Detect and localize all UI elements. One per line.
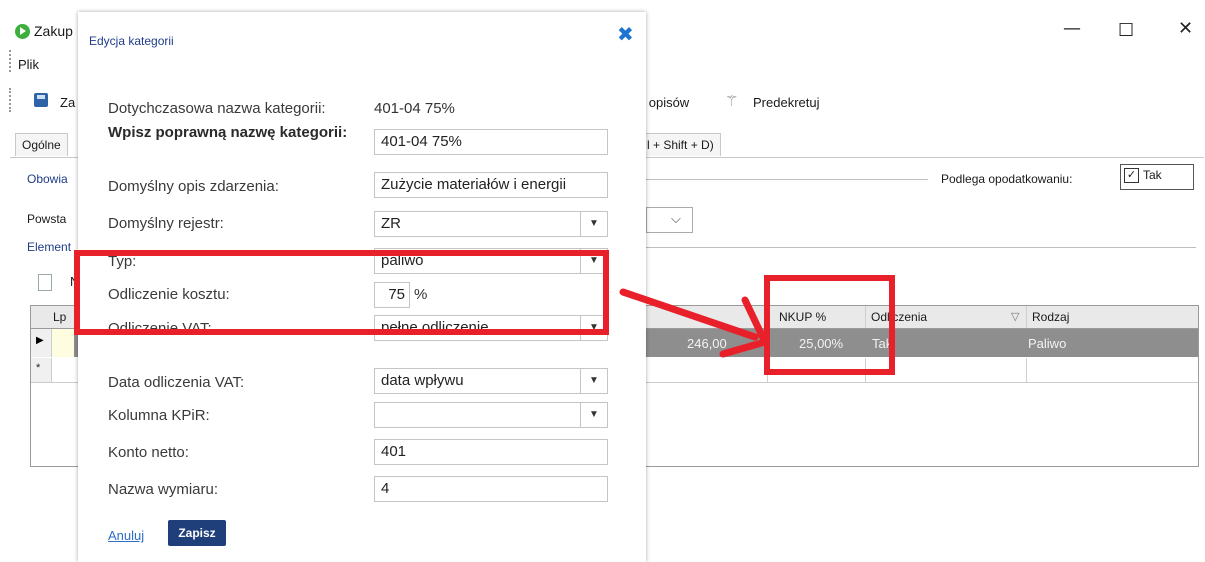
maximize-button[interactable]: ☐	[1118, 20, 1134, 41]
account-label: Konto netto:	[108, 444, 189, 461]
register-label: Domyślny rejestr:	[108, 215, 224, 232]
annotation-arrow	[619, 288, 769, 358]
menu-grip	[9, 50, 13, 72]
powstanie-select[interactable]: ⌵	[646, 207, 693, 233]
toolbar-save-label[interactable]: Za	[60, 95, 75, 110]
col-divider	[1026, 358, 1027, 382]
kpir-select[interactable]: ▼	[374, 402, 608, 428]
menu-plik[interactable]: Plik	[18, 57, 39, 72]
row-current-marker: ▶	[36, 335, 44, 346]
vat-date-select[interactable]: data wpływu ▼	[374, 368, 608, 394]
minimize-button[interactable]: —	[1063, 18, 1081, 39]
col-lp[interactable]: Lp	[53, 310, 66, 324]
annotation-box-dialog	[74, 250, 609, 335]
kpir-label: Kolumna KPiR:	[108, 407, 210, 424]
cancel-button[interactable]: Anuluj	[108, 528, 144, 543]
tab-ogolne[interactable]: Ogólne	[15, 133, 68, 156]
app-icon	[15, 24, 30, 39]
tab-shortcut[interactable]: l + Shift + D)	[640, 133, 721, 156]
close-window-button[interactable]: ✕	[1178, 18, 1193, 39]
group-line	[646, 179, 928, 180]
chevron-down-icon[interactable]: ▼	[580, 403, 607, 427]
vat-date-value: data wpływu	[381, 372, 464, 389]
register-select[interactable]: ZR ▼	[374, 211, 608, 237]
annotation-arrow-line	[619, 288, 759, 341]
row-selector[interactable]	[31, 358, 52, 382]
toolbar-predekretuj[interactable]: Predekretuj	[753, 95, 819, 110]
prev-name-value: 401-04 75%	[374, 100, 455, 117]
podlega-label: Podlega opodatkowaniu:	[941, 172, 1073, 186]
link-obowiazkowe[interactable]: Obowia	[27, 172, 68, 186]
cell-rodzaj[interactable]: Paliwo	[1028, 336, 1066, 351]
row-new-marker: *	[36, 362, 41, 374]
desc-field[interactable]: Zużycie materiałów i energii	[374, 172, 608, 198]
chevron-down-icon[interactable]: ▼	[580, 212, 607, 236]
elements-line	[646, 247, 1196, 248]
col-divider	[1026, 306, 1027, 328]
account-field[interactable]: 401	[374, 439, 608, 465]
chevron-down-icon: ⌵	[671, 211, 681, 226]
prev-name-label: Dotychczasowa nazwa kategorii:	[108, 100, 326, 117]
save-button[interactable]: Zapisz	[168, 520, 226, 546]
register-value: ZR	[381, 215, 401, 232]
dimension-field[interactable]: 4	[374, 476, 608, 502]
annotation-box-nkup	[764, 275, 895, 375]
chevron-down-icon[interactable]: ▼	[580, 369, 607, 393]
new-name-field[interactable]: 401-04 75%	[374, 129, 608, 155]
podlega-checkbox[interactable]: ✓	[1124, 168, 1139, 183]
desc-label: Domyślny opis zdarzenia:	[108, 178, 279, 195]
wand-icon[interactable]: ⚚	[725, 92, 738, 110]
close-icon[interactable]: ✖	[617, 22, 634, 46]
row-lp-cell[interactable]	[52, 329, 74, 357]
link-elementy[interactable]: Element	[27, 240, 71, 254]
podlega-value: Tak	[1143, 168, 1162, 182]
vat-date-label: Data odliczenia VAT:	[108, 374, 245, 391]
dialog-title: Edycja kategorii	[89, 34, 174, 48]
new-document-icon[interactable]	[38, 274, 52, 291]
dimension-label: Nazwa wymiaru:	[108, 481, 219, 498]
save-icon[interactable]	[34, 93, 48, 107]
new-name-label: Wpisz poprawną nazwę kategorii:	[108, 124, 348, 141]
col-rodzaj[interactable]: Rodzaj	[1032, 310, 1069, 324]
label-powstanie: Powsta	[27, 212, 67, 226]
filter-icon[interactable]: ▽	[1011, 310, 1019, 323]
window-title: Zakup	[34, 23, 73, 39]
toolbar-grip	[9, 88, 13, 112]
